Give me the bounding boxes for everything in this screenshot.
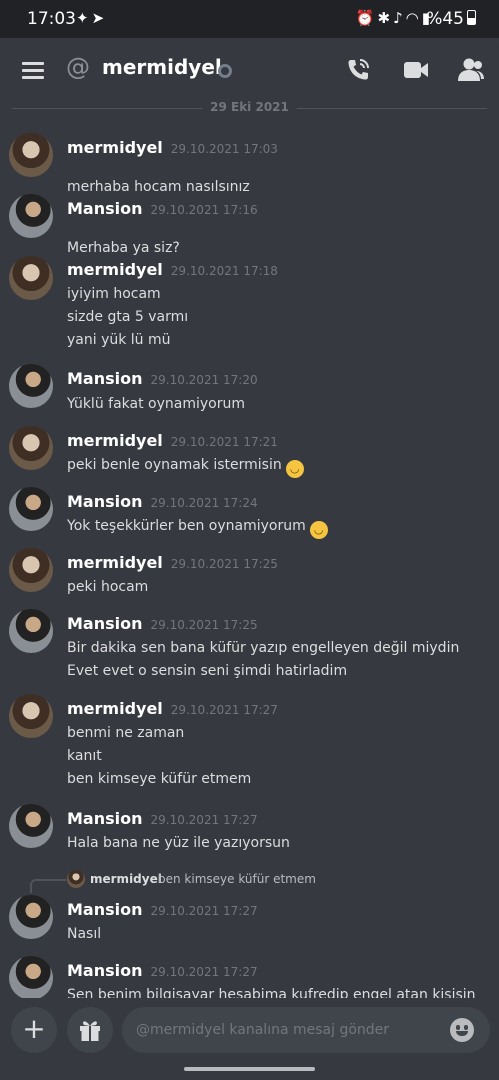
at-icon: @ [66, 53, 90, 81]
message-text: kanıt [67, 748, 102, 764]
message-timestamp: 29.10.2021 17:18 [170, 264, 278, 278]
emoji-picker-icon[interactable] [450, 1018, 474, 1042]
battery-icon [467, 10, 476, 25]
message-author[interactable]: Mansion [67, 809, 143, 828]
add-attachment-button[interactable]: + [11, 1007, 57, 1053]
message-author[interactable]: Mansion [67, 614, 143, 633]
message-text: merhaba hocam nasılsınız [67, 179, 250, 195]
avatar[interactable] [9, 194, 53, 238]
gift-icon [80, 1021, 100, 1041]
message-author[interactable]: Mansion [67, 900, 143, 919]
message-author[interactable]: mermidyel [67, 260, 163, 279]
channel-header: @ mermidyel [0, 38, 499, 100]
message-timestamp: 29.10.2021 17:16 [150, 203, 258, 217]
status-time: 17:03 [27, 9, 76, 29]
avatar[interactable] [9, 487, 53, 531]
message-author[interactable]: Mansion [67, 369, 143, 388]
message-text: Yok teşekkürler ben oynamiyorum [67, 518, 306, 534]
message-author[interactable]: mermidyel [67, 138, 163, 157]
message-author[interactable]: mermidyel [67, 553, 163, 572]
battery-percent: %45 [426, 9, 464, 29]
offline-status-icon [218, 64, 232, 78]
upside-down-face-emoji-icon: ◡ [285, 460, 304, 478]
message-author[interactable]: Mansion [67, 961, 143, 980]
message-timestamp: 29.10.2021 17:27 [150, 904, 258, 918]
message-text: ben kimseye küfür etmem [67, 771, 252, 787]
message-text: sizde gta 5 varmı [67, 309, 189, 325]
message-timestamp: 29.10.2021 17:24 [150, 496, 258, 510]
message-text: peki hocam [67, 579, 149, 595]
avatar[interactable] [9, 694, 53, 738]
message-text: Bir dakika sen bana küfür yazıp engelley… [67, 640, 460, 656]
message-text: peki benle oynamak istermisin [67, 457, 282, 473]
avatar[interactable] [9, 609, 53, 653]
member-list-icon[interactable] [457, 57, 485, 83]
message-timestamp: 29.10.2021 17:27 [150, 965, 258, 979]
message-text: Merhaba ya siz? [67, 240, 180, 256]
message-text: iyiyim hocam [67, 286, 161, 302]
avatar[interactable] [9, 895, 53, 939]
message-text: yani yük lü mü [67, 332, 171, 348]
channel-title: mermidyel [102, 55, 222, 79]
message-composer: + [0, 998, 499, 1080]
message-timestamp: 29.10.2021 17:27 [150, 813, 258, 827]
avatar[interactable] [9, 133, 53, 177]
status-bar: 17:03 ✦➤ ⏰✱♪◠▮ %45 [0, 0, 499, 38]
message-timestamp: 29.10.2021 17:25 [150, 618, 258, 632]
reply-author: mermidyel [90, 872, 162, 886]
voice-call-icon[interactable] [345, 57, 371, 83]
message-text: benmi ne zaman [67, 725, 185, 741]
gift-button[interactable] [67, 1007, 113, 1053]
message-text: Hala bana ne yüz ile yazıyorsun [67, 835, 290, 851]
reply-avatar [67, 870, 85, 888]
message-text: Sen benim bilgisayar hesabima kufredip e… [67, 987, 476, 998]
video-call-icon[interactable] [403, 59, 429, 81]
message-author[interactable]: Mansion [67, 492, 143, 511]
message-text: Evet evet o sensin seni şimdi hatirladim [67, 663, 348, 679]
home-indicator[interactable] [184, 1067, 315, 1071]
message-timestamp: 29.10.2021 17:25 [170, 557, 278, 571]
reply-text: ben kimseye küfür etmem [158, 872, 316, 886]
date-separator: 29 Eki 2021 [12, 100, 487, 118]
message-author[interactable]: Mansion [67, 199, 143, 218]
reply-connector [30, 879, 66, 893]
twitter-telegram-icons: ✦➤ [76, 9, 108, 27]
message-timestamp: 29.10.2021 17:27 [170, 703, 278, 717]
avatar[interactable] [9, 548, 53, 592]
message-input[interactable] [122, 1007, 490, 1053]
message-author[interactable]: mermidyel [67, 431, 163, 450]
message-list[interactable]: mermidyel 29.10.2021 17:03 merhaba hocam … [0, 118, 499, 998]
message-text: Nasıl [67, 926, 102, 942]
system-status-icons: ⏰✱♪◠▮ [355, 9, 433, 27]
menu-icon[interactable] [22, 62, 44, 79]
avatar[interactable] [9, 804, 53, 848]
avatar[interactable] [9, 364, 53, 408]
avatar[interactable] [9, 956, 53, 998]
avatar[interactable] [9, 426, 53, 470]
message-timestamp: 29.10.2021 17:03 [170, 142, 278, 156]
message-author[interactable]: mermidyel [67, 699, 163, 718]
message-timestamp: 29.10.2021 17:20 [150, 373, 258, 387]
slightly-smiling-face-emoji-icon: ◡ [309, 521, 328, 539]
message-text: Yüklü fakat oynamiyorum [67, 396, 245, 412]
avatar[interactable] [9, 256, 53, 300]
battery-indicator: %45 [426, 9, 476, 29]
message-timestamp: 29.10.2021 17:21 [170, 435, 278, 449]
date-separator-label: 29 Eki 2021 [202, 100, 297, 114]
